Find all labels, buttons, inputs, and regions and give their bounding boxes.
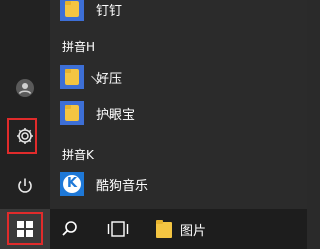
user-icon bbox=[16, 79, 34, 97]
app-label: 酷狗音乐 bbox=[96, 178, 149, 194]
search-icon bbox=[62, 221, 77, 236]
pictures-folder-button[interactable]: 图片 bbox=[148, 209, 228, 249]
power-icon bbox=[18, 178, 32, 193]
app-tile bbox=[60, 0, 84, 21]
app-item-huyanbao[interactable]: 护眼宝 bbox=[60, 96, 135, 130]
folder-icon bbox=[156, 220, 172, 238]
app-tile bbox=[60, 65, 84, 89]
task-view-icon bbox=[107, 221, 129, 237]
folder-icon bbox=[65, 1, 79, 17]
start-menu: 钉钉 拼音H 好压 护眼宝 拼音K K 酷狗音乐 bbox=[0, 0, 307, 209]
pictures-label: 图片 bbox=[180, 223, 207, 239]
user-account-button[interactable] bbox=[0, 70, 50, 106]
search-button[interactable] bbox=[50, 209, 90, 249]
task-view-button[interactable] bbox=[96, 209, 140, 249]
settings-highlight-box bbox=[7, 118, 37, 154]
app-label: 钉钉 bbox=[96, 3, 123, 19]
start-button-highlight-box bbox=[7, 212, 43, 245]
folder-icon bbox=[65, 69, 79, 85]
kugou-logo: K bbox=[63, 175, 81, 193]
folder-icon bbox=[65, 105, 79, 121]
section-header-k[interactable]: 拼音K bbox=[62, 146, 94, 163]
kugou-app-icon: K bbox=[60, 172, 84, 196]
app-item-kugou[interactable]: K 酷狗音乐 bbox=[60, 167, 148, 201]
app-list: 钉钉 拼音H 好压 护眼宝 拼音K K 酷狗音乐 bbox=[50, 0, 307, 209]
app-item-dingding[interactable]: 钉钉 bbox=[60, 0, 122, 26]
start-menu-rail bbox=[0, 0, 50, 209]
taskbar: 图片 bbox=[0, 209, 307, 249]
app-tile bbox=[60, 101, 84, 125]
app-item-haoya[interactable]: 好压 bbox=[60, 60, 122, 94]
section-header-h[interactable]: 拼音H bbox=[62, 38, 95, 55]
power-button[interactable] bbox=[0, 168, 50, 204]
